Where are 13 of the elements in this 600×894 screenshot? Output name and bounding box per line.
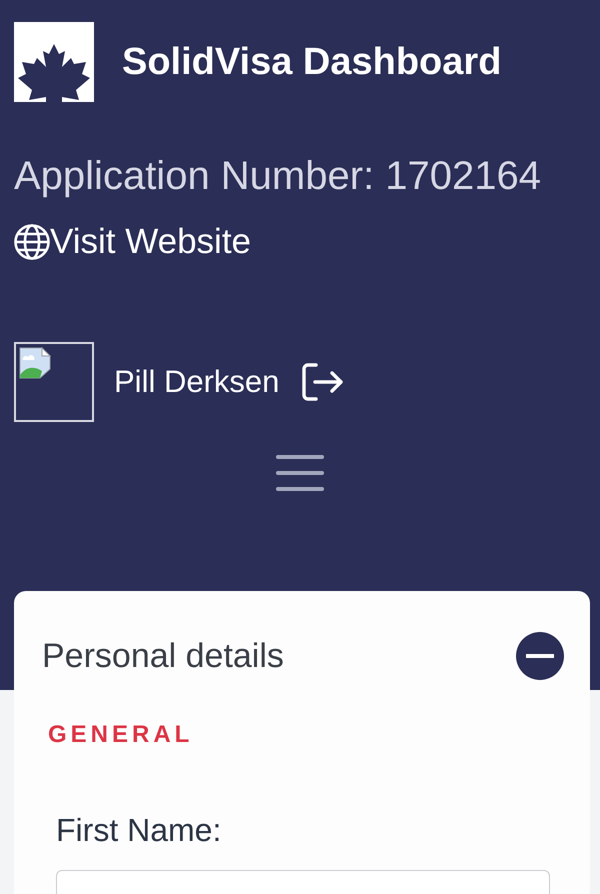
- globe-icon: [14, 224, 50, 260]
- field-label: First Name:: [56, 812, 222, 848]
- minus-circle-icon[interactable]: [516, 632, 564, 680]
- menu-icon[interactable]: [274, 453, 326, 493]
- logout-icon[interactable]: [301, 362, 346, 402]
- application-number: Application Number: 1702164: [14, 153, 542, 200]
- maple-leaf-icon: [14, 22, 94, 102]
- app-title: SolidVisa Dashboard: [122, 40, 502, 84]
- subsection-heading: GENERAL: [48, 721, 194, 749]
- website-link[interactable]: Visit Website: [14, 222, 252, 262]
- broken-image-icon: [19, 347, 51, 379]
- section-title: Personal details: [42, 636, 284, 676]
- user-name: Pill Derksen: [114, 364, 280, 400]
